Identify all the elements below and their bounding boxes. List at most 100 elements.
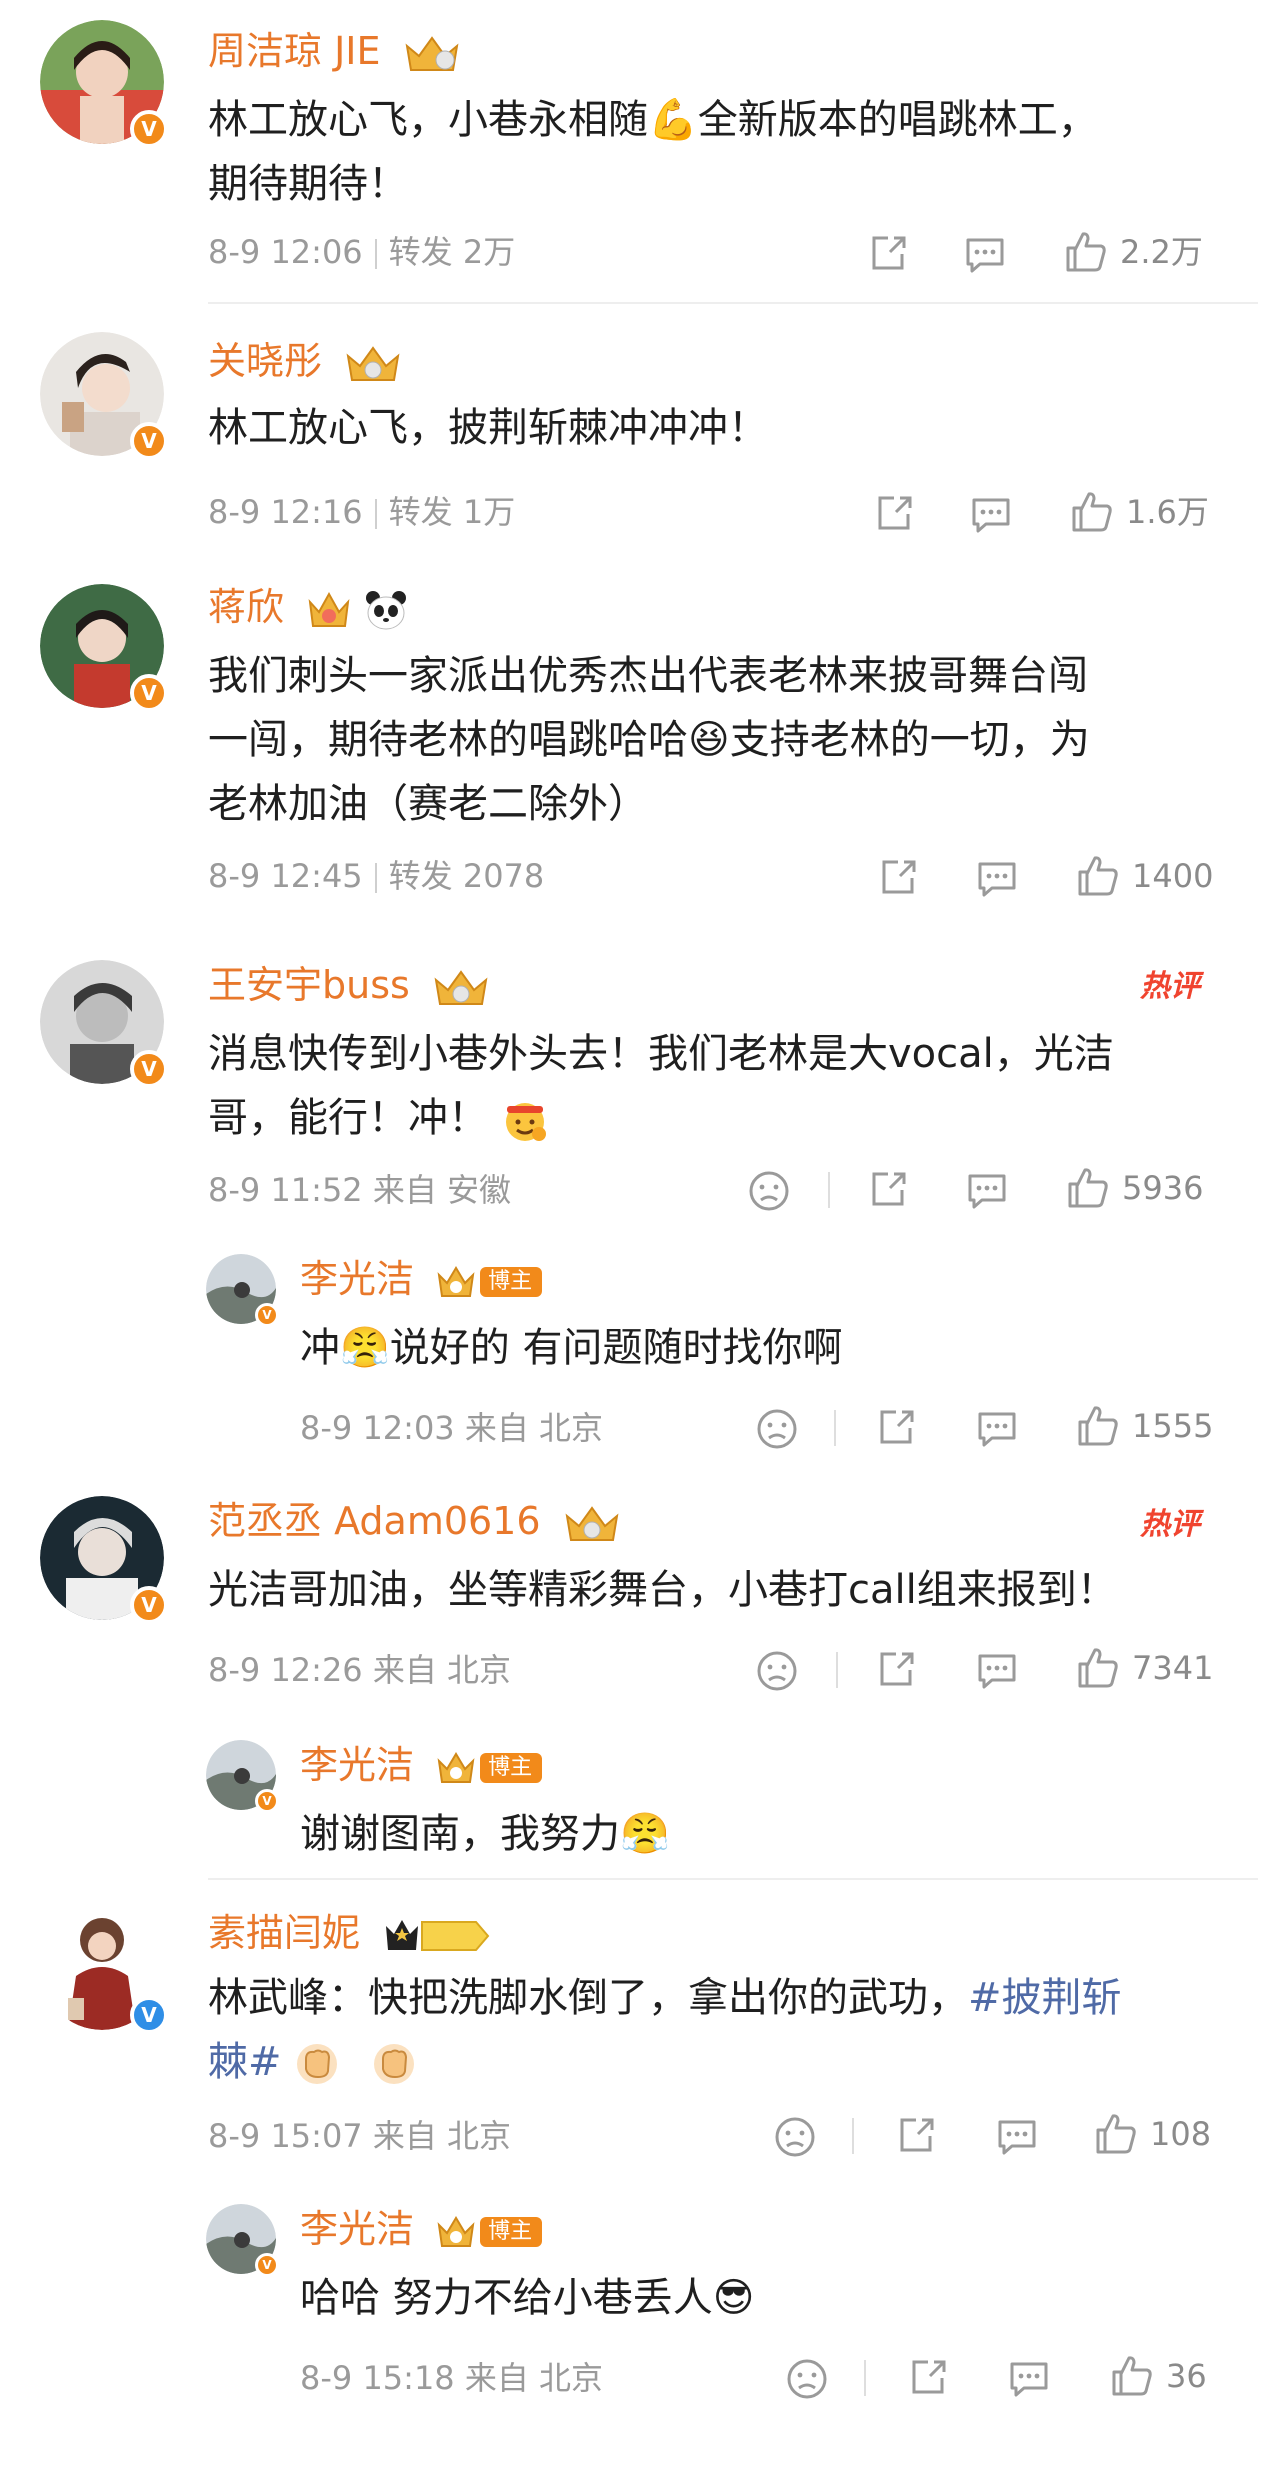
comment-meta: 8-9 11:52 来自 安徽	[208, 1171, 512, 1209]
frown-icon	[787, 2359, 827, 2399]
frown-icon	[749, 1171, 789, 1211]
share-button[interactable]	[868, 234, 908, 272]
comment-text: 林工放心飞，小巷永相随💪全新版本的唱跳林工， 期待期待！	[208, 97, 1098, 207]
fist-emoji-icon	[373, 2044, 414, 2084]
thumbs-up-icon	[1096, 2114, 1136, 2154]
dislike-button[interactable]	[774, 2116, 816, 2158]
commenter-name[interactable]: 王安宇buss	[208, 966, 490, 1008]
verified-icon: V	[130, 1996, 168, 2034]
reply-meta: 8-9 12:03 来自 北京	[300, 1409, 604, 1447]
divider	[834, 1410, 836, 1446]
avatar[interactable]: V	[40, 1906, 168, 2034]
reply-author-name[interactable]: 李光洁 博主	[300, 1746, 543, 1785]
hot-comment-badge: 热评	[1140, 969, 1200, 1004]
divider	[208, 302, 1258, 304]
commenter-name[interactable]: 范丞丞 Adam0616	[208, 1502, 621, 1544]
divider	[836, 1652, 838, 1688]
crown-icon	[565, 1505, 619, 1541]
crown-icon	[346, 345, 400, 381]
comment-button[interactable]	[964, 236, 1006, 274]
divider	[828, 1172, 830, 1208]
like-count: 5936	[1122, 1169, 1204, 1207]
commenter-name[interactable]: 素描闫妮	[208, 1914, 492, 1956]
comment-icon	[978, 862, 1016, 897]
avatar[interactable]: V	[40, 584, 168, 712]
crown-icon	[437, 1751, 475, 1783]
level-badge-icon	[386, 1919, 490, 1951]
comment-icon	[966, 238, 1004, 273]
comment-button[interactable]	[1008, 2360, 1050, 2398]
comment-meta: 8-9 12:45 转发 2078	[208, 857, 545, 895]
like-button[interactable]: 1400	[1076, 854, 1213, 898]
frown-icon	[757, 1651, 797, 1691]
frown-icon	[757, 1409, 797, 1449]
crown-icon	[308, 591, 350, 627]
comment-button[interactable]	[966, 1172, 1008, 1210]
verified-icon: V	[255, 1789, 279, 1813]
crown-icon	[434, 969, 488, 1005]
comment-button[interactable]	[970, 496, 1012, 534]
comment-feed: V 周洁琼 JIE 林工放心飞，小巷永相随💪全新版本的唱跳林工， 期待期待！ 8…	[0, 0, 1284, 2472]
reply-avatar[interactable]: V	[206, 1740, 279, 1813]
hashtag-link[interactable]: 棘#	[208, 2039, 282, 2085]
crown-icon	[437, 2215, 475, 2247]
divider	[864, 2360, 866, 2396]
like-count: 7341	[1132, 1649, 1214, 1687]
comment-icon	[1010, 2362, 1048, 2397]
comment-text: 林武峰：快把洗脚水倒了，拿出你的武功，#披荆斩 棘#	[208, 1975, 1122, 2085]
avatar[interactable]: V	[40, 960, 168, 1088]
like-button[interactable]: 1.6万	[1070, 490, 1209, 534]
thumbs-up-icon	[1072, 492, 1112, 532]
commenter-name[interactable]: 周洁琼 JIE	[208, 32, 461, 74]
blogger-badge: 博主	[480, 1266, 543, 1297]
dislike-button[interactable]	[748, 1170, 790, 1212]
frown-icon	[775, 2117, 815, 2157]
share-button[interactable]	[876, 1650, 916, 1688]
share-icon	[880, 1652, 914, 1686]
avatar[interactable]: V	[40, 20, 168, 148]
like-count: 108	[1150, 2115, 1212, 2153]
commenter-name[interactable]: 关晓彤	[208, 342, 402, 384]
like-button[interactable]: 1555	[1076, 1404, 1213, 1448]
dislike-button[interactable]	[756, 1650, 798, 1692]
thumbs-up-icon	[1112, 2356, 1152, 2396]
like-button[interactable]: 108	[1094, 2112, 1211, 2156]
comment-button[interactable]	[976, 1410, 1018, 1448]
hashtag-link[interactable]: #披荆斩	[968, 1975, 1122, 2021]
verified-icon: V	[130, 674, 168, 712]
thumbs-up-icon	[1078, 1648, 1118, 1688]
reply-avatar[interactable]: V	[206, 2204, 279, 2277]
reply-author-name[interactable]: 李光洁 博主	[300, 1260, 543, 1299]
share-icon	[872, 1172, 906, 1206]
reply-meta: 8-9 15:18 来自 北京	[300, 2359, 604, 2397]
thumbs-up-icon	[1078, 856, 1118, 896]
share-button[interactable]	[868, 1170, 908, 1208]
like-count: 1.6万	[1126, 493, 1209, 531]
reply-text: 冲😤说好的 有问题随时找你啊	[300, 1325, 843, 1371]
like-button[interactable]: 7341	[1076, 1646, 1213, 1690]
avatar[interactable]: V	[40, 332, 168, 460]
dislike-button[interactable]	[786, 2358, 828, 2400]
share-button[interactable]	[876, 1408, 916, 1446]
commenter-name[interactable]: 蒋欣	[208, 588, 408, 631]
reply-author-name[interactable]: 李光洁 博主	[300, 2210, 543, 2249]
reply-avatar[interactable]: V	[206, 1254, 279, 1327]
blogger-badge: 博主	[480, 1752, 543, 1783]
comment-button[interactable]	[996, 2118, 1038, 2156]
like-count: 2.2万	[1120, 233, 1203, 271]
comment-button[interactable]	[976, 860, 1018, 898]
share-button[interactable]	[896, 2116, 936, 2154]
dislike-button[interactable]	[756, 1408, 798, 1450]
comment-button[interactable]	[976, 1652, 1018, 1690]
like-button[interactable]: 2.2万	[1064, 230, 1203, 274]
like-button[interactable]: 5936	[1066, 1166, 1203, 1210]
share-icon	[872, 236, 906, 270]
verified-icon: V	[130, 110, 168, 148]
avatar[interactable]: V	[40, 1496, 168, 1624]
comment-icon	[968, 1174, 1006, 1209]
share-button[interactable]	[878, 858, 918, 896]
like-button[interactable]: 36	[1110, 2354, 1207, 2398]
share-button[interactable]	[874, 494, 914, 532]
share-button[interactable]	[908, 2358, 948, 2396]
share-icon	[878, 496, 912, 530]
